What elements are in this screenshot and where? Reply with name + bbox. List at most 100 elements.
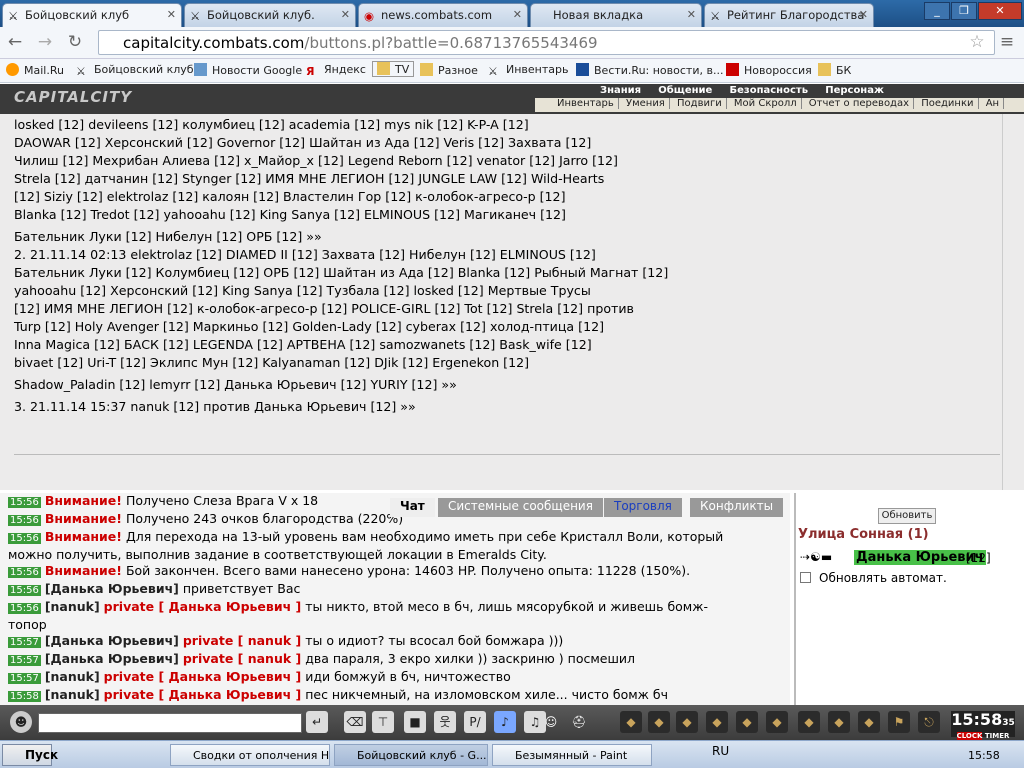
submenu-skills[interactable]: Умения — [625, 98, 670, 109]
tab-new[interactable]: Новая вкладка ✕ — [530, 3, 702, 27]
bookmark-google-news[interactable]: Новости Google — [194, 63, 302, 77]
person-icon[interactable]: 웃 — [434, 711, 456, 733]
back-icon[interactable]: ← — [4, 32, 26, 52]
auto-update-checkbox[interactable]: Обновлять автомат. — [800, 571, 947, 585]
crossed-swords-icon: ⚔ — [76, 65, 86, 78]
action-icon-8[interactable]: ◆ — [828, 711, 850, 733]
private-target[interactable]: private [ Данька Юрьевич ] — [104, 687, 302, 702]
exit-icon[interactable]: ⎋ — [918, 711, 940, 733]
checkbox-icon[interactable] — [800, 572, 811, 583]
message-author[interactable]: [nanuk] — [45, 669, 100, 684]
close-tab-icon[interactable]: ✕ — [687, 8, 696, 21]
bookmark-yandex[interactable]: Я Яндекс — [306, 63, 366, 78]
message-author[interactable]: [Данька Юрьевич] — [45, 651, 179, 666]
battle-line: yahooahu [12] Херсонский [12] King Sanya… — [14, 283, 591, 298]
close-tab-icon[interactable]: ✕ — [859, 8, 868, 21]
action-icon-5[interactable]: ◆ — [736, 711, 758, 733]
tab-news[interactable]: ◉ news.combats.com ✕ — [358, 3, 528, 27]
helmet-icon[interactable]: ⛑ — [568, 711, 590, 733]
tab-combats-1[interactable]: ⚔ Бойцовский клуб ✕ — [2, 3, 182, 27]
action-icon-7[interactable]: ◆ — [798, 711, 820, 733]
message-author[interactable]: [Данька Юрьевич] — [45, 581, 179, 596]
battle-line: DAOWAR [12] Херсонский [12] Governor [12… — [14, 135, 592, 150]
bookmark-mailru[interactable]: Mail.Ru — [6, 63, 64, 77]
chat-message: 15:56 Внимание! Бой закончен. Всего вами… — [8, 563, 790, 581]
menu-security[interactable]: Безопасность — [730, 85, 809, 96]
translit-icon[interactable]: P/ — [464, 711, 486, 733]
private-target[interactable]: private [ Данька Юрьевич ] — [104, 669, 302, 684]
close-tab-icon[interactable]: ✕ — [341, 8, 350, 21]
speech-icon[interactable]: ☻ — [10, 711, 32, 733]
menu-social[interactable]: Общение — [658, 85, 712, 96]
tab-combats-2[interactable]: ⚔ Бойцовский клуб. ✕ — [184, 3, 356, 27]
player-level: [12] — [966, 551, 991, 565]
tab-conflicts[interactable]: Конфликты — [690, 498, 784, 517]
tab-rating[interactable]: ⚔ Рейтинг Благородства ✕ — [704, 3, 874, 27]
flag-icon[interactable]: ⚑ — [888, 711, 910, 733]
menu-icon[interactable]: ≡ — [996, 32, 1018, 52]
submenu-more[interactable]: Ан — [985, 98, 1005, 109]
battle-scrollbar[interactable] — [1002, 114, 1024, 490]
tab-chat[interactable]: Чат — [390, 498, 435, 517]
submenu-fights[interactable]: Поединки — [921, 98, 979, 109]
message-text: иди бомжуй в бч, ничтожество — [305, 669, 511, 684]
maximize-button[interactable]: ❐ — [951, 2, 977, 20]
minimize-button[interactable]: _ — [924, 2, 950, 20]
refresh-button[interactable]: Обновить — [878, 508, 936, 524]
action-icon-2[interactable]: ◆ — [648, 711, 670, 733]
filter-icon[interactable]: ⊤ — [372, 711, 394, 733]
chat-input[interactable] — [38, 713, 302, 733]
private-target[interactable]: private [ Данька Юрьевич ] — [104, 599, 302, 614]
private-target[interactable]: private [ nanuk ] — [183, 651, 301, 666]
taskbar-window-3[interactable]: Безымянный - Paint — [492, 744, 652, 766]
menu-character[interactable]: Персонаж — [825, 85, 884, 96]
battle-line: Shadow_Paladin [12] lemyrr [12] Данька Ю… — [14, 377, 457, 392]
message-author[interactable]: [nanuk] — [45, 599, 100, 614]
action-icon-3[interactable]: ◆ — [676, 711, 698, 733]
message-author[interactable]: [nanuk] — [45, 687, 100, 702]
battle-line: Чилиш [12] Мехрибан Алиева [12] x_Майор_… — [14, 153, 618, 168]
submenu-feats[interactable]: Подвиги — [677, 98, 727, 109]
stop-icon[interactable]: ■ — [404, 711, 426, 733]
bookmark-novorossia[interactable]: Новороссия — [726, 63, 812, 77]
location-title: Улица Сонная (1) — [798, 527, 929, 542]
address-bar[interactable]: capitalcity.combats.com/buttons.pl?battl… — [98, 30, 995, 55]
message-text: ты о идиот? ты всосал бой бомжара ))) — [305, 633, 564, 648]
menu-knowledge[interactable]: Знания — [600, 85, 641, 96]
action-icon-6[interactable]: ◆ — [766, 711, 788, 733]
message-time: 15:56 — [8, 585, 41, 596]
reload-icon[interactable]: ↻ — [64, 32, 86, 52]
clear-icon[interactable]: ⌫ — [344, 711, 366, 733]
bookmark-combats[interactable]: ⚔ Бойцовский клуб — [76, 63, 194, 78]
close-window-button[interactable]: ✕ — [978, 2, 1022, 20]
start-button[interactable]: Пуск — [2, 744, 58, 766]
bookmark-folder-bk[interactable]: БК — [818, 63, 851, 77]
smiley-icon[interactable]: ☺ — [540, 711, 562, 733]
bookmark-folder-tv[interactable]: TV — [372, 61, 415, 77]
submenu-inventory[interactable]: Инвентарь — [557, 98, 619, 109]
action-icon-9[interactable]: ◆ — [858, 711, 880, 733]
taskbar-window-1[interactable]: Сводки от ополчения Н... — [170, 744, 330, 766]
action-icon-1[interactable]: ◆ — [620, 711, 642, 733]
send-icon[interactable]: ↵ — [306, 711, 328, 733]
music-icon[interactable]: ♪ — [494, 711, 516, 733]
taskbar-window-2[interactable]: Бойцовский клуб - G... — [334, 744, 488, 766]
battle-line: [12] Siziy [12] elektrolaz [12] калоян [… — [14, 189, 566, 204]
submenu-transfers[interactable]: Отчет о переводах — [808, 98, 915, 109]
message-author[interactable]: [Данька Юрьевич] — [45, 633, 179, 648]
close-tab-icon[interactable]: ✕ — [513, 8, 522, 21]
bookmark-folder-misc[interactable]: Разное — [420, 63, 478, 77]
star-icon[interactable]: ☆ — [966, 32, 988, 52]
chat-message: 15:57 [Данька Юрьевич] private [ nanuk ]… — [8, 651, 790, 669]
tab-trade[interactable]: Торговля — [604, 498, 682, 517]
forward-icon[interactable]: → — [34, 32, 56, 52]
submenu-scroll[interactable]: Мой Скролл — [733, 98, 802, 109]
browser-tab-strip: ⚔ Бойцовский клуб ✕ ⚔ Бойцовский клуб. ✕ ◉ ne… — [0, 0, 1024, 27]
close-tab-icon[interactable]: ✕ — [167, 8, 176, 21]
bookmark-inventory[interactable]: ⚔ Инвентарь — [488, 63, 568, 78]
bookmark-vesti[interactable]: Вести.Ru: новости, в... — [576, 63, 723, 77]
private-target[interactable]: private [ nanuk ] — [183, 633, 301, 648]
message-time: 15:57 — [8, 637, 41, 648]
action-icon-4[interactable]: ◆ — [706, 711, 728, 733]
tab-system-messages[interactable]: Системные сообщения — [438, 498, 603, 517]
